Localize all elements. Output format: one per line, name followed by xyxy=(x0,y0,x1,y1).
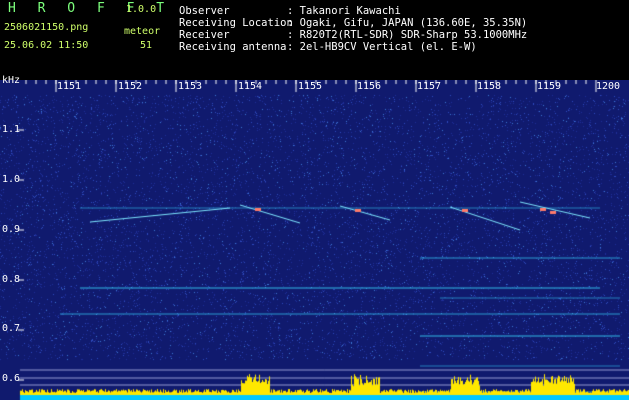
freq-tick-label: 0.7 xyxy=(2,323,21,334)
time-tick-label: 1200 xyxy=(596,81,621,92)
receiver-label: Receiver xyxy=(179,29,230,41)
time-tick-label: 1152 xyxy=(118,81,143,92)
file-name: 2506021150.png xyxy=(4,22,89,33)
time-tick-label: 1158 xyxy=(477,81,502,92)
time-tick-label: 1157 xyxy=(417,81,442,92)
time-tick-label: 1159 xyxy=(537,81,562,92)
meteor-label: meteor xyxy=(124,26,161,37)
timestamp: 25.06.02 11:50 xyxy=(4,40,89,51)
spectrogram-canvas xyxy=(0,80,629,400)
time-tick-label: 1154 xyxy=(238,81,263,92)
freq-tick-label: 0.6 xyxy=(2,373,21,384)
antenna-value: : 2el-HB9CV Vertical (el. E-W) xyxy=(287,41,477,53)
observer-value: : Takanori Kawachi xyxy=(287,5,401,17)
time-tick-label: 1156 xyxy=(357,81,382,92)
freq-tick-label: 0.8 xyxy=(2,274,21,285)
meteor-count: 51 xyxy=(140,40,153,51)
time-tick-label: 1155 xyxy=(298,81,323,92)
header-panel: H R O F F T 1.0.0 2506021150.png 25.06.0… xyxy=(0,0,629,80)
freq-tick-label: 1.1 xyxy=(2,124,21,135)
antenna-label: Receiving antenna xyxy=(179,41,287,53)
location-label: Receiving Location xyxy=(179,17,293,29)
y-unit-label: kHz xyxy=(2,75,21,86)
freq-tick-label: 0.9 xyxy=(2,224,21,235)
time-tick-label: 1151 xyxy=(57,81,82,92)
receiver-value: : R820T2(RTL-SDR) SDR-Sharp 53.1000MHz xyxy=(287,29,528,41)
app-version: 1.0.0 xyxy=(126,4,157,15)
freq-tick-label: 1.0 xyxy=(2,174,21,185)
observer-label: Observer xyxy=(179,5,230,17)
location-value: : Ogaki, Gifu, JAPAN (136.60E, 35.35N) xyxy=(287,17,528,29)
time-tick-label: 1153 xyxy=(178,81,203,92)
